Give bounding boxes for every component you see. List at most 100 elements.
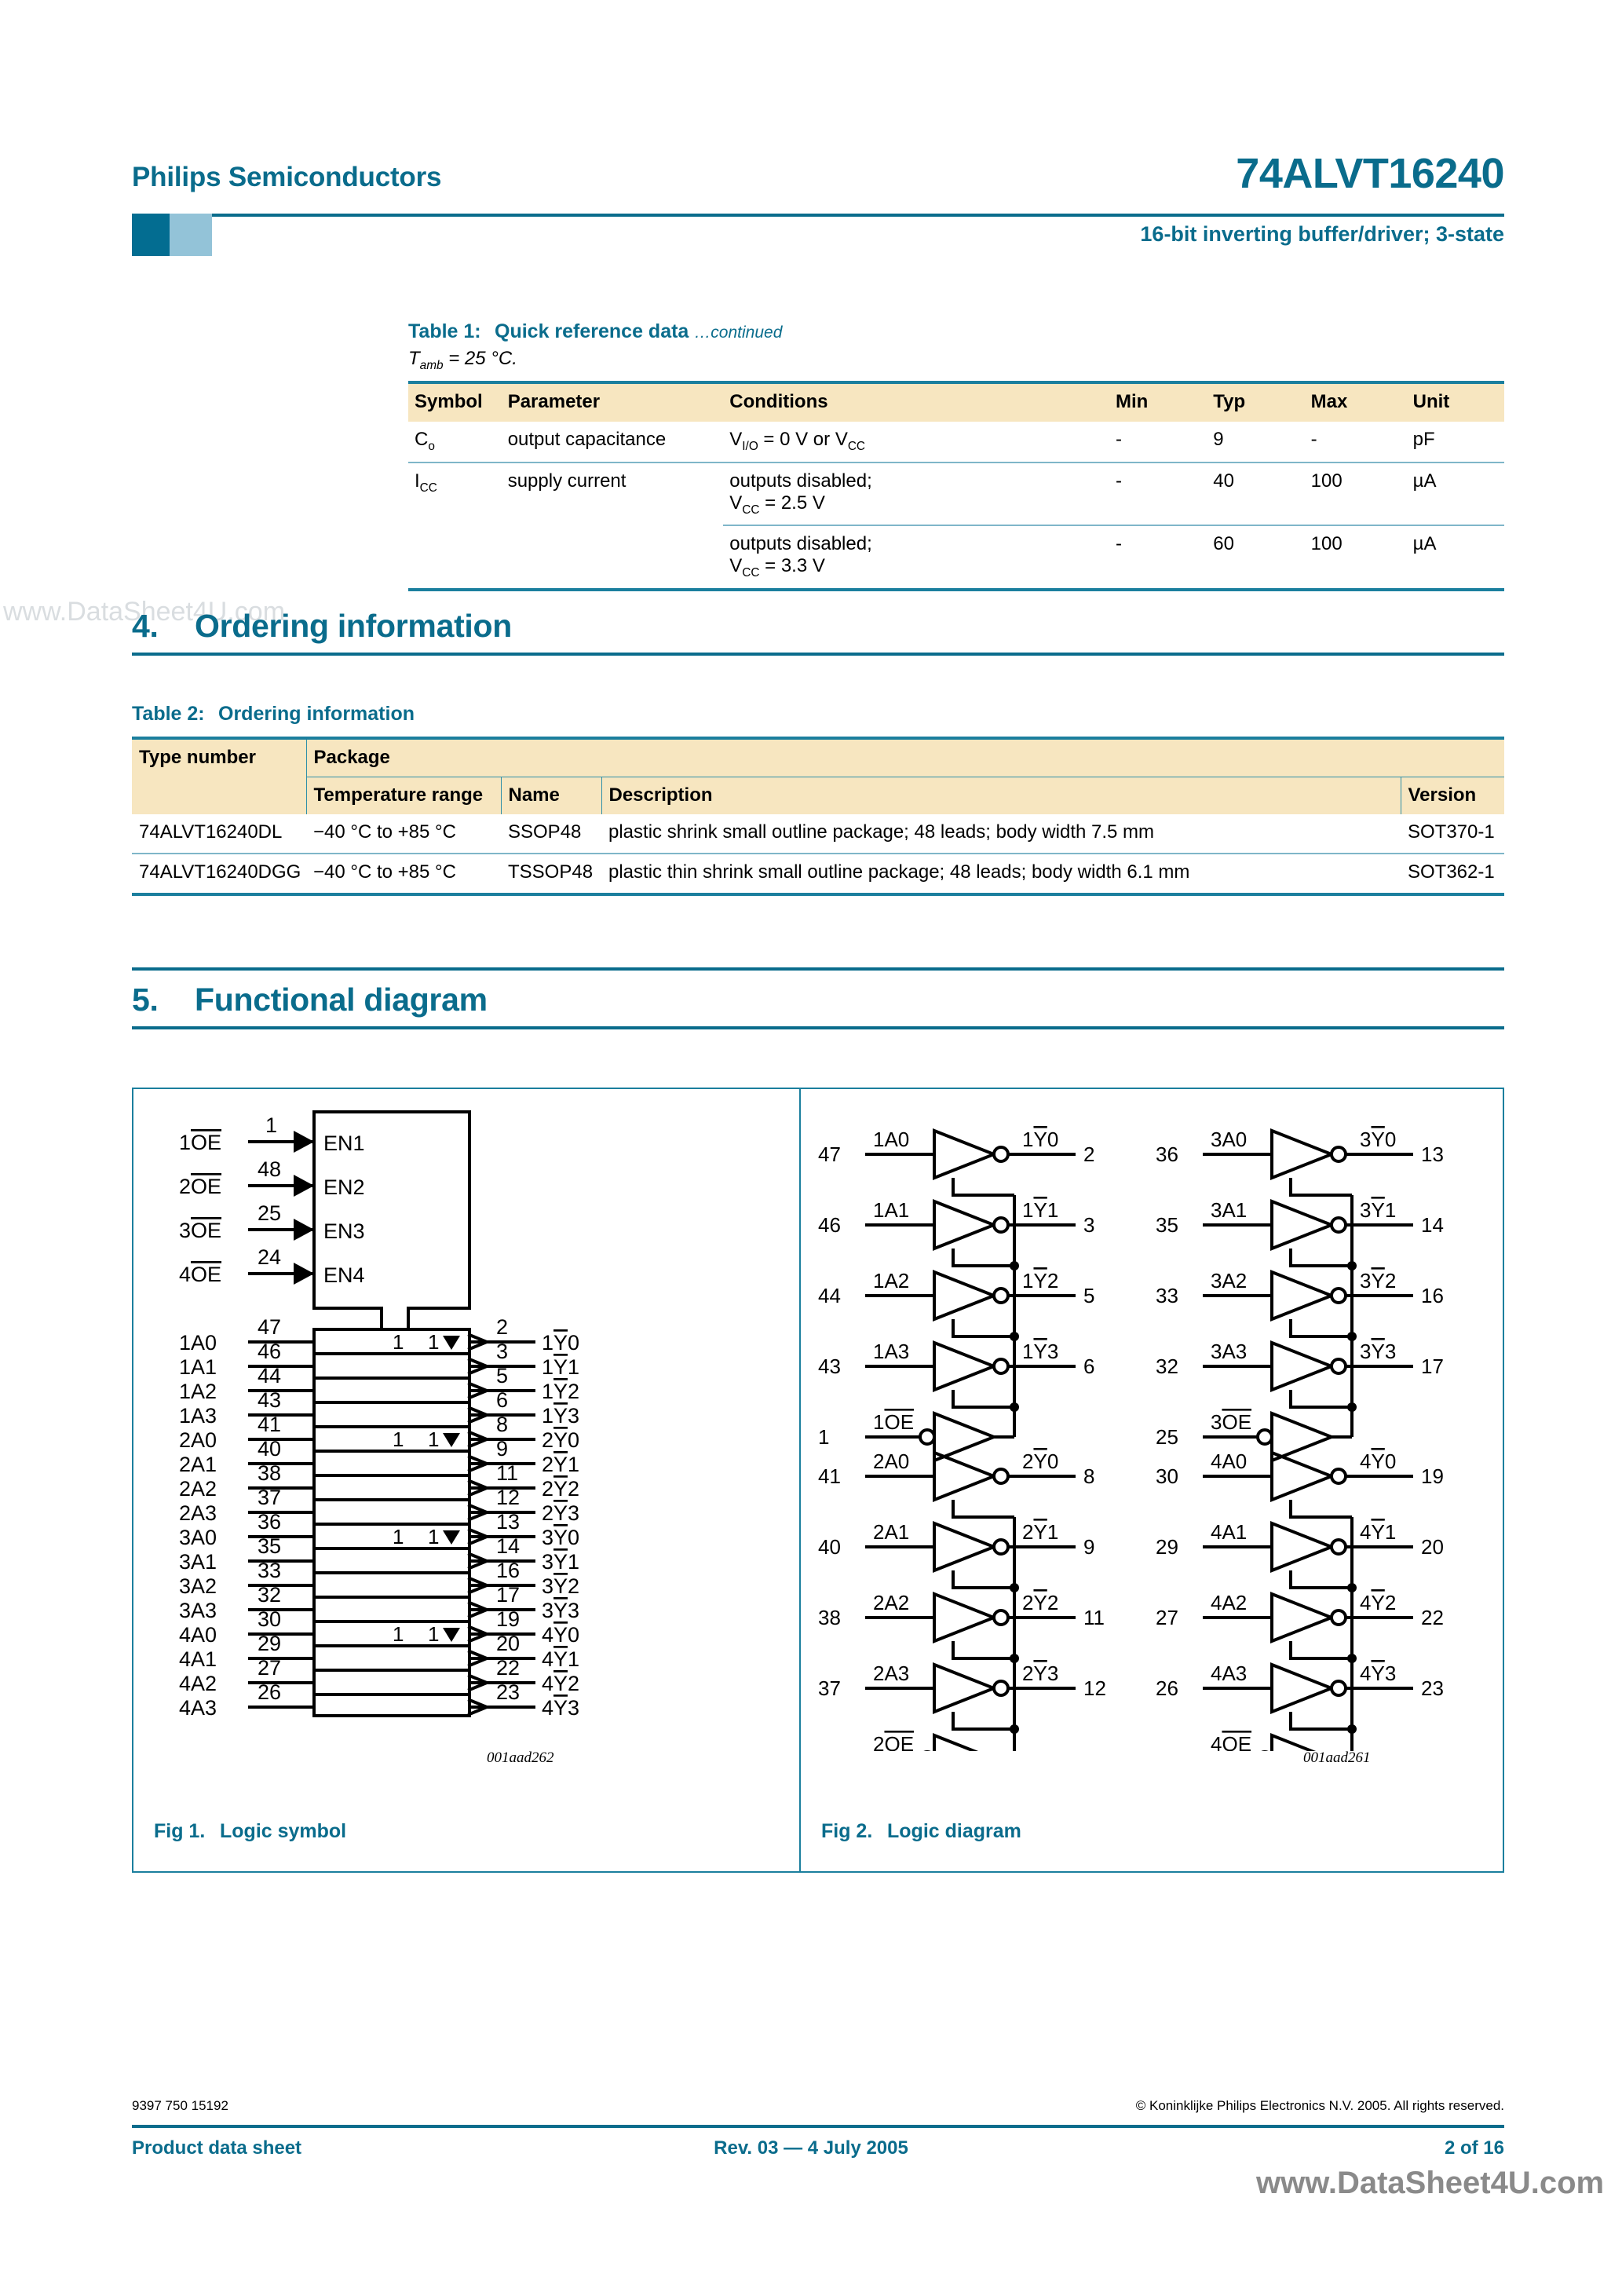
section4-rule xyxy=(132,653,1504,656)
fig2-block-0: 47 1A0 1Y0 2 46 1A1 1Y1 3 44 1A2 1Y2 5 43 1A3 1Y3 6 1 1OE xyxy=(818,1128,1094,1463)
fig1-output-label-3: 1Y3 xyxy=(542,1404,579,1428)
fig2-input-pin-3-0: 30 xyxy=(1156,1464,1178,1488)
table2-header-row-2: Temperature range Name Description Versi… xyxy=(132,777,1505,814)
fig1-output-pin-13: 20 xyxy=(496,1632,520,1655)
cell-typ: 60 xyxy=(1207,525,1305,589)
cell-unit: pF xyxy=(1412,428,1435,450)
fig1-input-label-9: 3A1 xyxy=(179,1550,217,1574)
footer-doc-type: Product data sheet xyxy=(132,2137,302,2159)
fig1-output-pin-9: 14 xyxy=(496,1534,520,1558)
fig1-input-pin-6: 38 xyxy=(258,1461,281,1485)
cell-parameter: output capacitance xyxy=(507,428,667,450)
fig1-input-label-5: 2A1 xyxy=(179,1453,217,1476)
brand-title: Philips Semiconductors xyxy=(132,162,442,192)
fig1-group-marker-3: 1 xyxy=(393,1622,404,1646)
fig2-input-pin-0-2: 44 xyxy=(818,1284,841,1307)
fig1-output-label-11: 3Y3 xyxy=(542,1599,579,1622)
fig1-enable-port-2: EN3 xyxy=(323,1219,365,1243)
fig2-output-label-0-3: 1Y3 xyxy=(1022,1340,1058,1363)
th-unit: Unit xyxy=(1406,382,1504,422)
th-typ: Typ xyxy=(1207,382,1305,422)
fig1-input-label-10: 3A2 xyxy=(179,1574,217,1598)
fig1-group-marker-0: 1 xyxy=(393,1330,404,1354)
fig1-output-label-5: 2Y1 xyxy=(542,1453,579,1476)
table1-label: Table 1: xyxy=(408,320,481,342)
fig2-output-pin-0-1: 3 xyxy=(1083,1213,1094,1237)
fig2-input-pin-1-2: 33 xyxy=(1156,1284,1178,1307)
fig2-enable-label-2: 2OE xyxy=(873,1732,914,1751)
table-row: ICC supply current outputs disabled; VCC … xyxy=(408,461,1504,526)
fig2-output-label-1-0: 3Y0 xyxy=(1360,1128,1396,1151)
fig1-output-label-8: 3Y0 xyxy=(542,1526,579,1549)
footer-revision: Rev. 03 — 4 July 2005 xyxy=(714,2137,908,2159)
header-subtitle: 16-bit inverting buffer/driver; 3-state xyxy=(1140,222,1504,246)
fig2-input-pin-2-3: 37 xyxy=(818,1676,841,1700)
fig2-output-label-3-0: 4Y0 xyxy=(1360,1450,1396,1473)
table-row: Co output capacitance VI/O = 0 V or VCC … xyxy=(408,422,1504,462)
fig1-output-label-14: 4Y2 xyxy=(542,1672,579,1695)
th-symbol: Symbol xyxy=(408,382,502,422)
cell-conditions: outputs disabled; VCC = 2.5 V xyxy=(723,461,1109,526)
fig1-input-label-1: 1A1 xyxy=(179,1355,217,1379)
table1-title: Quick reference data xyxy=(495,320,689,342)
fig2-output-label-2-1: 2Y1 xyxy=(1022,1520,1058,1544)
fig1-input-label-15: 4A3 xyxy=(179,1696,217,1720)
fig2-output-pin-1-1: 14 xyxy=(1421,1213,1444,1237)
fig1-enable-port-1: EN2 xyxy=(323,1175,365,1199)
watermark-bottom: www.DataSheet4U.com xyxy=(1256,2166,1605,2200)
table-row: 74ALVT16240DL −40 °C to +85 °C SSOP48 pl… xyxy=(132,814,1504,854)
table2-label: Table 2: xyxy=(132,703,205,725)
fig2-caption-text: Logic diagram xyxy=(887,1820,1021,1842)
fig2-output-label-3-2: 4Y2 xyxy=(1360,1591,1396,1614)
fig1-input-label-13: 4A1 xyxy=(179,1647,217,1671)
fig1-caption-text: Logic symbol xyxy=(220,1820,347,1842)
fig1-input-label-3: 1A3 xyxy=(179,1404,217,1428)
footer-page-number: 2 of 16 xyxy=(1444,2137,1504,2159)
fig2-caption: Fig 2. Logic diagram xyxy=(821,1820,1021,1843)
th-package: Package xyxy=(305,738,1505,777)
svg-text:1: 1 xyxy=(428,1330,439,1354)
fig2-output-pin-3-3: 23 xyxy=(1421,1676,1444,1700)
fig2-input-pin-3-3: 26 xyxy=(1156,1676,1178,1700)
cell-version: SOT370-1 xyxy=(1408,821,1495,843)
fig2-input-label-3-1: 4A1 xyxy=(1211,1520,1247,1544)
fig1-drawing-id: 001aad262 xyxy=(487,1749,554,1766)
fig1-output-pin-11: 17 xyxy=(496,1583,520,1607)
fig1-input-label-12: 4A0 xyxy=(179,1623,217,1647)
fig1-input-pin-12: 30 xyxy=(258,1607,281,1631)
fig1-input-pin-14: 27 xyxy=(258,1656,281,1680)
fig2-output-label-2-3: 2Y3 xyxy=(1022,1662,1058,1685)
fig2-output-pin-1-0: 13 xyxy=(1421,1143,1444,1166)
cell-conditions: VI/O = 0 V or VCC xyxy=(729,428,866,453)
fig2-enable-label-3: 4OE xyxy=(1211,1732,1251,1751)
th-min: Min xyxy=(1109,382,1207,422)
fig1-input-label-2: 1A2 xyxy=(179,1380,217,1403)
th-type-number: Type number xyxy=(132,738,306,814)
table2-title: Ordering information xyxy=(218,703,415,725)
fig2-input-pin-1-0: 36 xyxy=(1156,1143,1178,1166)
fig2-input-pin-0-3: 43 xyxy=(818,1355,841,1378)
svg-text:1: 1 xyxy=(428,1622,439,1646)
fig2-output-pin-2-3: 12 xyxy=(1083,1676,1106,1700)
fig1-output-pin-3: 6 xyxy=(496,1388,508,1412)
cell-type-number: 74ALVT16240DL xyxy=(139,821,283,843)
cell-temperature-range: −40 °C to +85 °C xyxy=(306,853,501,893)
fig1-output-pin-8: 13 xyxy=(496,1510,520,1534)
fig2-output-label-0-1: 1Y1 xyxy=(1022,1198,1058,1222)
fig2-input-pin-0-1: 46 xyxy=(818,1213,841,1237)
fig1-enable-signal-0: 1OE xyxy=(179,1131,221,1154)
fig1-label: Fig 1. xyxy=(154,1820,206,1842)
fig1-output-pin-12: 19 xyxy=(496,1607,520,1631)
svg-text:1: 1 xyxy=(428,1525,439,1548)
fig2-input-label-1-0: 3A0 xyxy=(1211,1128,1247,1151)
fig1-output-pin-4: 8 xyxy=(496,1413,508,1436)
fig1-input-pin-11: 32 xyxy=(258,1583,281,1607)
cell-description: plastic thin shrink small outline packag… xyxy=(601,853,1401,893)
cell-temperature-range: −40 °C to +85 °C xyxy=(313,821,456,843)
fig1-group-marker-2: 1 xyxy=(393,1525,404,1548)
fig2-output-label-1-1: 3Y1 xyxy=(1360,1198,1396,1222)
fig1-output-pin-1: 3 xyxy=(496,1340,508,1363)
fig2-output-pin-0-2: 5 xyxy=(1083,1284,1094,1307)
fig2-output-pin-3-1: 20 xyxy=(1421,1535,1444,1559)
table2-bottom-rule xyxy=(132,893,1504,896)
